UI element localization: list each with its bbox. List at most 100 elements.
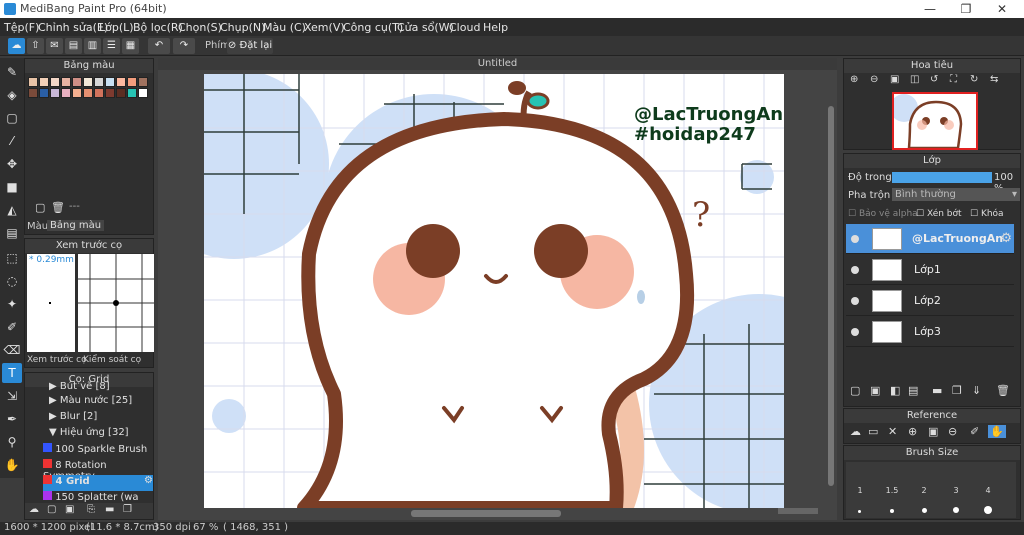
horizontal-scroll-thumb[interactable] xyxy=(411,510,561,517)
fit-icon[interactable]: ▣ xyxy=(928,425,938,438)
share-icon[interactable]: ⇧ xyxy=(27,38,44,54)
chat-icon[interactable]: ▤ xyxy=(65,38,82,54)
eyedropper-tool-icon[interactable]: ⚲ xyxy=(2,432,22,452)
magic-wand-tool-icon[interactable]: ✦ xyxy=(2,294,22,314)
folder-icon[interactable]: ▬ xyxy=(105,504,114,515)
select-eraser-tool-icon[interactable]: ⌫ xyxy=(2,340,22,360)
redo-icon[interactable]: ↷ xyxy=(173,38,195,54)
bucket-tool-icon[interactable]: ◭ xyxy=(2,200,22,220)
comment-icon[interactable]: ✉ xyxy=(46,38,63,54)
list-icon[interactable]: ☰ xyxy=(103,38,120,54)
new-8bit-layer-icon[interactable]: ▣ xyxy=(870,384,880,397)
menu-filter[interactable]: Bộ lọc(R) xyxy=(133,21,183,34)
menu-tools[interactable]: Công cụ(T) xyxy=(343,21,403,34)
brush-size-dot[interactable] xyxy=(953,507,959,513)
menu-layer[interactable]: Lớp(L) xyxy=(99,21,134,34)
brush-item[interactable]: 8 Rotation Symmetry xyxy=(43,459,153,482)
brush-size-option[interactable]: 4 xyxy=(978,486,998,495)
open-folder-icon[interactable]: ▭ xyxy=(868,425,878,438)
zoom-out-icon[interactable]: ⊖ xyxy=(870,74,878,85)
gradient-tool-icon[interactable]: ▤ xyxy=(2,223,22,243)
eyedropper-icon[interactable]: ✐ xyxy=(970,425,979,438)
brush-group[interactable]: ▶ Blur [2] xyxy=(49,411,167,427)
lock-checkbox[interactable]: ☐ Khóa xyxy=(970,209,1004,219)
tab-color[interactable]: Màu xyxy=(27,221,48,232)
palette-swatch[interactable] xyxy=(83,77,93,87)
pen-tool-icon[interactable]: ✒ xyxy=(2,409,22,429)
menu-file[interactable]: Tệp(F) xyxy=(4,21,39,34)
layer-row-active[interactable]: @LacTruongAn ⚙ xyxy=(846,224,1014,254)
new-1bit-layer-icon[interactable]: ◧ xyxy=(890,384,900,397)
palette-swatch[interactable] xyxy=(39,77,49,87)
move-tool-icon[interactable]: ✥ xyxy=(2,154,22,174)
eraser-tool-icon[interactable]: ◈ xyxy=(2,85,22,105)
palette-swatch[interactable] xyxy=(94,88,104,98)
close-icon[interactable]: ✕ xyxy=(888,425,897,438)
reset-button[interactable]: ⊘ Đặt lại xyxy=(227,38,273,54)
brush-size-option[interactable]: 1.5 xyxy=(882,486,902,495)
brush-group[interactable]: ▶ Màu nước [25] xyxy=(49,395,167,411)
menu-select[interactable]: Chọn(S) xyxy=(178,21,222,34)
fill-rect-tool-icon[interactable]: ■ xyxy=(2,177,22,197)
menu-cloud[interactable]: Cloud xyxy=(449,21,480,34)
menu-view[interactable]: Xem(V) xyxy=(304,21,345,34)
menu-capture[interactable]: Chụp(N) xyxy=(220,21,265,34)
zoom-in-icon[interactable]: ⊕ xyxy=(908,425,917,438)
brush-tool-icon[interactable]: ✎ xyxy=(2,62,22,82)
new-palette-icon[interactable]: ▢ xyxy=(35,201,45,214)
document-tab[interactable]: Untitled xyxy=(158,58,837,70)
brush-item-selected[interactable]: 4 Grid ⚙ xyxy=(43,475,153,491)
operation-tool-icon[interactable]: ⇲ xyxy=(2,386,22,406)
menu-window[interactable]: Cửa sổ(W) xyxy=(397,21,454,34)
visibility-icon[interactable] xyxy=(851,235,859,243)
palette-swatch[interactable] xyxy=(61,77,71,87)
text-tool-icon[interactable]: T xyxy=(2,363,22,383)
menu-edit[interactable]: Chỉnh sửa(E) xyxy=(38,21,108,34)
visibility-icon[interactable] xyxy=(851,328,859,336)
new-brush-icon[interactable]: ▢ xyxy=(47,504,56,515)
visibility-icon[interactable] xyxy=(851,297,859,305)
grid-icon[interactable]: ▦ xyxy=(122,38,139,54)
page-icon[interactable]: ▥ xyxy=(84,38,101,54)
palette-swatch[interactable] xyxy=(28,88,38,98)
layer-row[interactable]: Lớp3 xyxy=(846,317,1014,347)
rotate-right-icon[interactable]: ↻ xyxy=(970,74,978,85)
brush-item[interactable]: 100 Sparkle Brush xyxy=(43,443,153,459)
menu-help[interactable]: Help xyxy=(483,21,508,34)
undo-icon[interactable]: ↶ xyxy=(148,38,170,54)
horizontal-scrollbar[interactable] xyxy=(778,508,818,514)
palette-swatch[interactable] xyxy=(50,88,60,98)
palette-swatch[interactable] xyxy=(94,77,104,87)
hand-icon[interactable]: ✋ xyxy=(988,425,1006,438)
maximize-button[interactable]: ❐ xyxy=(948,0,984,18)
copy-brush-icon[interactable]: ⎘ xyxy=(87,504,95,515)
rectangle-tool-icon[interactable]: ▢ xyxy=(2,108,22,128)
drawing-canvas[interactable]: ? @LacTruongAn #hoidap247 xyxy=(204,74,784,508)
add-layer-menu-icon[interactable]: ▤ xyxy=(908,384,918,397)
add-brush-icon[interactable]: ▣ xyxy=(65,504,74,515)
palette-swatch[interactable] xyxy=(83,88,93,98)
dot-tool-icon[interactable]: ⁄ xyxy=(2,131,22,151)
palette-swatch[interactable] xyxy=(72,88,82,98)
brush-size-dot[interactable] xyxy=(922,508,927,513)
palette-swatch[interactable] xyxy=(105,88,115,98)
select-pen-tool-icon[interactable]: ✐ xyxy=(2,317,22,337)
cloud-icon[interactable]: ☁ xyxy=(850,425,861,438)
palette-swatch[interactable] xyxy=(138,88,148,98)
visibility-icon[interactable] xyxy=(851,266,859,274)
brush-size-dot[interactable] xyxy=(984,506,992,514)
palette-swatch[interactable] xyxy=(50,77,60,87)
blend-select[interactable]: Bình thường ▾ xyxy=(892,188,1020,201)
palette-swatch[interactable] xyxy=(127,88,137,98)
cloud-icon[interactable]: ☁ xyxy=(8,38,25,54)
palette-swatch[interactable] xyxy=(138,77,148,87)
rotate-left-icon[interactable]: ↺ xyxy=(930,74,938,85)
zoom-in-icon[interactable]: ⊕ xyxy=(850,74,858,85)
palette-swatch[interactable] xyxy=(116,77,126,87)
vertical-scroll-thumb[interactable] xyxy=(828,106,834,486)
protect-alpha-checkbox[interactable]: ☐ Bảo vệ alpha xyxy=(848,209,918,219)
menu-color[interactable]: Màu (C) xyxy=(263,21,306,34)
brush-size-dot[interactable] xyxy=(890,509,894,513)
brush-size-option[interactable]: 3 xyxy=(946,486,966,495)
fullscreen-icon[interactable]: ⛶ xyxy=(950,74,957,85)
